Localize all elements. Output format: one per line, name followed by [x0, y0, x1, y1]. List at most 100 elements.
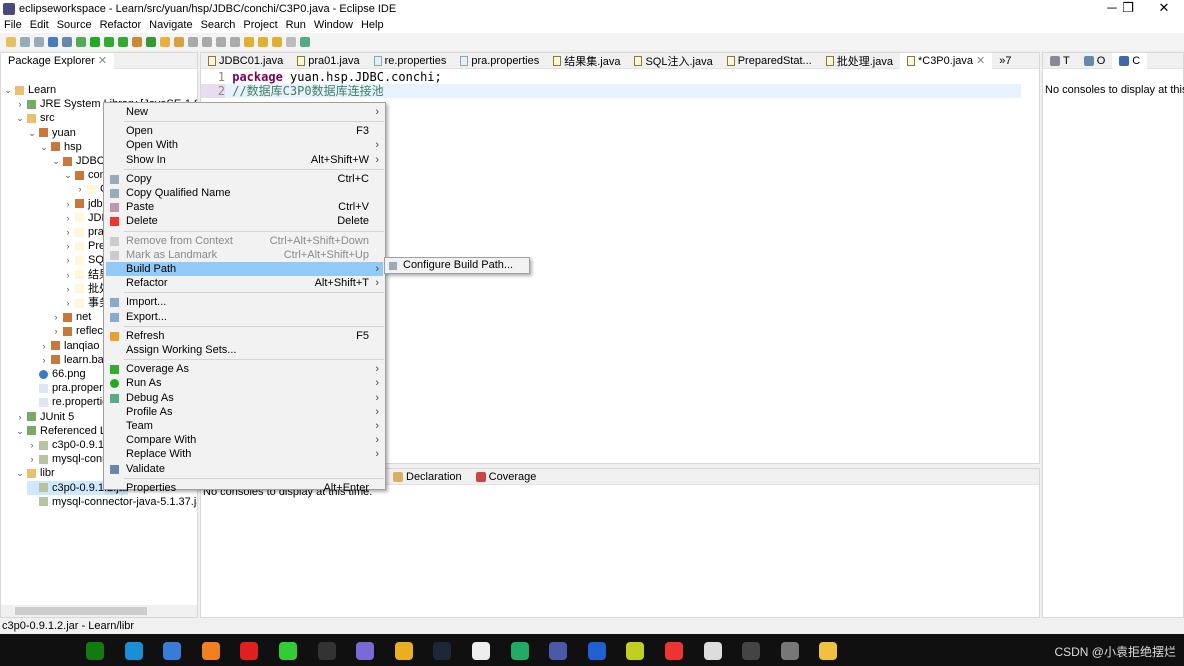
toolbar-button[interactable]: [90, 36, 100, 47]
taskbar-app-icon[interactable]: [163, 642, 182, 660]
menu-item-refresh[interactable]: Refresh F5: [106, 329, 383, 343]
menu-item-profile-as[interactable]: Profile As ›: [106, 405, 383, 419]
editor-tab[interactable]: pra.properties: [453, 53, 546, 69]
editor-tab[interactable]: SQL注入.java: [627, 53, 719, 69]
menu-item-build-path[interactable]: Build Path ›: [106, 262, 383, 276]
chevron-down-icon[interactable]: ⌄: [63, 168, 73, 182]
chevron-down-icon[interactable]: ⌄: [15, 466, 25, 480]
taskbar-app-icon[interactable]: [201, 642, 220, 660]
view-tab[interactable]: O: [1077, 53, 1113, 69]
editor-tab[interactable]: re.properties: [367, 53, 454, 69]
tree-item[interactable]: ⌄ src: [15, 111, 54, 125]
toolbar-button[interactable]: [62, 36, 72, 47]
chevron-right-icon[interactable]: ›: [63, 268, 73, 282]
toolbar-button[interactable]: [132, 36, 142, 47]
menu-item-coverage-as[interactable]: Coverage As ›: [106, 362, 383, 376]
menu-item-show-in[interactable]: Show In Alt+Shift+W ›: [106, 153, 383, 167]
chevron-right-icon[interactable]: ›: [63, 282, 73, 296]
menu-item-configure-build-path[interactable]: Configure Build Path...: [385, 258, 529, 273]
tree-item[interactable]: ⌄ Learn: [3, 83, 56, 97]
tree-item[interactable]: › lanqiao: [39, 339, 100, 353]
close-icon[interactable]: ✕: [98, 54, 107, 67]
taskbar-app-icon[interactable]: [549, 642, 568, 660]
menu-item-paste[interactable]: Paste Ctrl+V: [106, 200, 383, 214]
chevron-right-icon[interactable]: ›: [27, 438, 37, 452]
view-tab[interactable]: C: [1112, 52, 1148, 69]
menu-item-replace-with[interactable]: Replace With ›: [106, 447, 383, 461]
menu-refactor[interactable]: Refactor: [96, 18, 146, 33]
chevron-right-icon[interactable]: ›: [15, 97, 25, 111]
menu-source[interactable]: Source: [53, 18, 96, 33]
toolbar-button[interactable]: [272, 36, 282, 47]
tree-item[interactable]: mysql-connector-java-5.1.37.jar: [27, 495, 197, 509]
toolbar-button[interactable]: [160, 36, 170, 47]
toolbar-button[interactable]: [34, 36, 44, 47]
menu-project[interactable]: Project: [239, 18, 281, 33]
tab-declaration[interactable]: Declaration: [386, 469, 469, 485]
chevron-right-icon[interactable]: ›: [63, 225, 73, 239]
chevron-right-icon[interactable]: ›: [39, 339, 49, 353]
taskbar-app-icon[interactable]: [742, 642, 761, 660]
menu-item-copy-qualified-name[interactable]: Copy Qualified Name: [106, 186, 383, 200]
menu-item-validate[interactable]: Validate: [106, 462, 383, 476]
tab-overflow[interactable]: »7: [992, 53, 1018, 69]
menu-item-export[interactable]: Export...: [106, 310, 383, 324]
taskbar-app-icon[interactable]: [472, 642, 490, 660]
taskbar-app-icon[interactable]: [240, 642, 259, 660]
menu-item-delete[interactable]: Delete Delete: [106, 214, 383, 228]
chevron-right-icon[interactable]: ›: [27, 452, 37, 466]
chevron-down-icon[interactable]: ⌄: [27, 126, 37, 140]
toolbar-button[interactable]: [258, 36, 268, 47]
editor-tab[interactable]: 批处理.java: [819, 53, 900, 69]
chevron-right-icon[interactable]: ›: [39, 353, 49, 367]
menu-search[interactable]: Search: [197, 18, 240, 33]
menu-item-import[interactable]: Import...: [106, 295, 383, 309]
taskbar-app-icon[interactable]: [510, 642, 529, 660]
toolbar-button[interactable]: [118, 36, 128, 47]
menu-file[interactable]: File: [0, 18, 26, 33]
chevron-right-icon[interactable]: ›: [15, 410, 25, 424]
tree-item[interactable]: ⌄ hsp: [39, 140, 82, 154]
chevron-down-icon[interactable]: ⌄: [3, 83, 13, 97]
editor-tab[interactable]: PreparedStat...: [720, 53, 819, 69]
menu-item-run-as[interactable]: Run As ›: [106, 376, 383, 390]
menu-item-open[interactable]: Open F3: [106, 124, 383, 138]
chevron-right-icon[interactable]: ›: [51, 310, 61, 324]
toolbar-button[interactable]: [216, 36, 226, 47]
taskbar-app-icon[interactable]: [394, 642, 413, 660]
tab-coverage[interactable]: Coverage: [469, 469, 544, 485]
toolbar-button[interactable]: [20, 36, 30, 47]
menu-item-debug-as[interactable]: Debug As ›: [106, 391, 383, 405]
menu-run[interactable]: Run: [282, 18, 310, 33]
toolbar-button[interactable]: [48, 36, 58, 47]
toolbar-button[interactable]: [188, 36, 198, 47]
taskbar-app-icon[interactable]: [780, 642, 799, 660]
taskbar-app-icon[interactable]: [317, 642, 336, 660]
tree-item[interactable]: › JUnit 5: [15, 410, 75, 424]
toolbar-button[interactable]: [230, 36, 240, 47]
menu-help[interactable]: Help: [357, 18, 388, 33]
toolbar-button[interactable]: [6, 36, 16, 47]
chevron-right-icon[interactable]: ›: [51, 324, 61, 338]
menu-item-compare-with[interactable]: Compare With ›: [106, 433, 383, 447]
taskbar-app-icon[interactable]: [356, 642, 375, 660]
tree-item[interactable]: 66.png: [27, 367, 86, 381]
toolbar-button[interactable]: [104, 36, 114, 47]
menu-item-open-with[interactable]: Open With ›: [106, 138, 383, 152]
menu-window[interactable]: Window: [310, 18, 357, 33]
tree-item[interactable]: › jdbc: [63, 197, 109, 211]
toolbar-button[interactable]: [174, 36, 184, 47]
chevron-down-icon[interactable]: ⌄: [39, 140, 49, 154]
menu-item-copy[interactable]: Copy Ctrl+C: [106, 172, 383, 186]
tab-package-explorer[interactable]: Package Explorer ✕: [1, 52, 115, 69]
taskbar-app-icon[interactable]: [279, 642, 297, 660]
menu-edit[interactable]: Edit: [26, 18, 53, 33]
chevron-right-icon[interactable]: ›: [75, 182, 85, 196]
toolbar-button[interactable]: [300, 36, 310, 47]
chevron-down-icon[interactable]: ⌄: [15, 111, 25, 125]
editor-tab[interactable]: pra01.java: [290, 53, 366, 69]
tree-item[interactable]: ⌄ libr: [15, 466, 54, 480]
taskbar-app-icon[interactable]: [587, 642, 606, 660]
menu-item-refactor[interactable]: Refactor Alt+Shift+T ›: [106, 276, 383, 290]
chevron-right-icon[interactable]: ›: [63, 253, 73, 267]
